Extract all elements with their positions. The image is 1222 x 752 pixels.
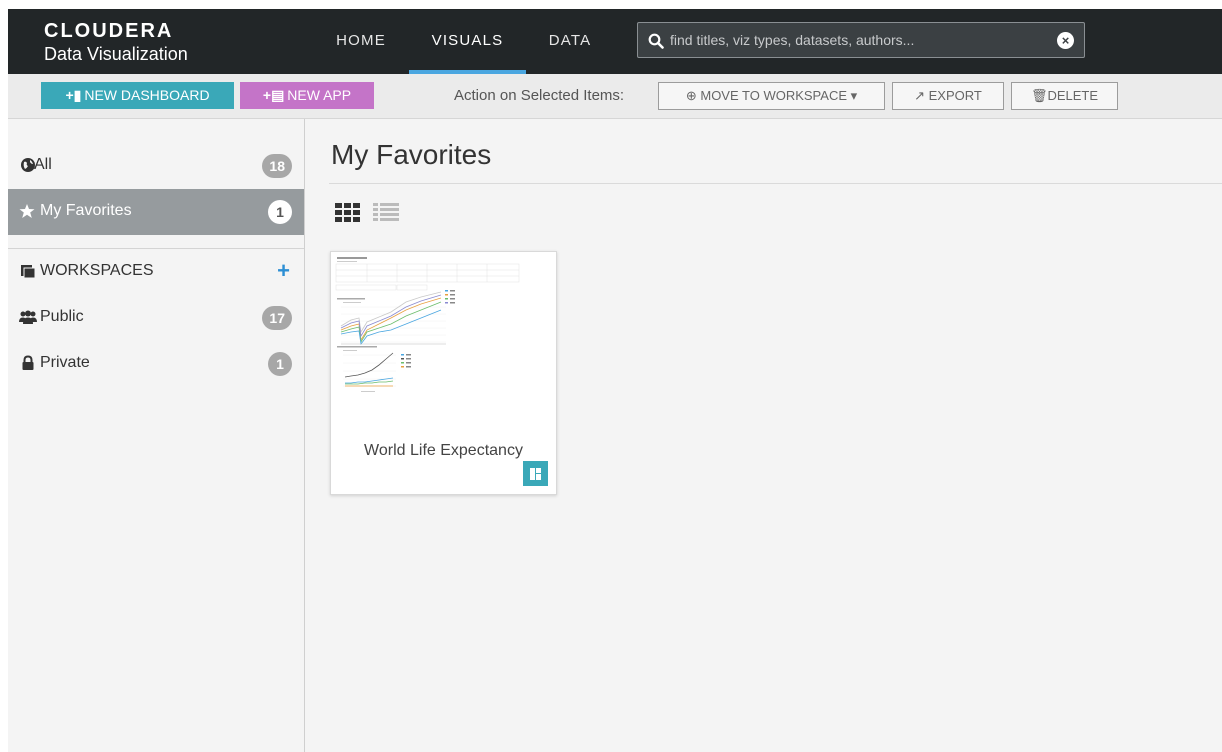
count-badge: 1	[268, 352, 292, 376]
lock-icon	[22, 355, 34, 370]
move-to-workspace-label: MOVE TO WORKSPACE	[700, 88, 847, 103]
nav-tab-visuals[interactable]: VISUALS	[409, 9, 526, 74]
new-app-label: NEW APP	[287, 87, 352, 103]
dashboard-icon	[523, 461, 548, 486]
logo-brand: CLOUDERA	[44, 20, 174, 42]
new-app-icon: +▤	[262, 87, 285, 103]
page-title: My Favorites	[331, 139, 492, 170]
nav-tab-home[interactable]: HOME	[323, 9, 399, 74]
export-button[interactable]: ↗ EXPORT	[892, 82, 1004, 110]
search-input[interactable]	[670, 23, 1050, 57]
sidebar-item-label: All	[34, 156, 52, 173]
visual-card[interactable]: World Life Expectancy	[330, 251, 557, 495]
grid-view-icon[interactable]	[335, 203, 361, 223]
sidebar: All 18 My Favorites 1 WORKSPACES + Publi…	[8, 119, 305, 752]
sidebar-item-all[interactable]: All 18	[8, 143, 304, 189]
nav-tab-data[interactable]: DATA	[539, 9, 601, 74]
sidebar-item-label: Private	[40, 354, 90, 371]
sidebar-item-private[interactable]: Private 1	[8, 341, 304, 387]
trash-icon: 🗑	[1030, 88, 1048, 103]
delete-label: DELETE	[1047, 88, 1099, 103]
app-root: CLOUDERA Data Visualization HOME VISUALS…	[8, 9, 1222, 752]
workspaces-icon	[21, 265, 36, 279]
count-badge: 1	[268, 200, 292, 224]
star-icon	[19, 204, 35, 218]
clear-search-icon[interactable]: ×	[1057, 32, 1074, 49]
move-to-workspace-button[interactable]: ⊕ MOVE TO WORKSPACE ▾	[658, 82, 885, 110]
new-dashboard-button[interactable]: +▮ NEW DASHBOARD	[41, 82, 234, 109]
main-content: My Favorites World Life Expectancy	[306, 119, 1222, 752]
title-divider	[329, 183, 1222, 184]
count-badge: 17	[262, 306, 292, 330]
export-icon: ↗	[914, 88, 929, 103]
export-label: EXPORT	[928, 88, 982, 103]
users-icon	[19, 310, 37, 324]
new-app-button[interactable]: +▤ NEW APP	[240, 82, 374, 109]
logo-product: Data Visualization	[44, 44, 188, 64]
card-title: World Life Expectancy	[364, 442, 523, 459]
action-bar: +▮ NEW DASHBOARD +▤ NEW APP Action on Sele…	[8, 74, 1222, 119]
new-dashboard-icon: +▮	[65, 87, 82, 103]
list-view-icon[interactable]	[373, 203, 399, 223]
count-badge: 18	[262, 154, 292, 178]
sidebar-item-label: Public	[40, 308, 84, 325]
add-workspace-icon[interactable]: +	[277, 259, 290, 283]
delete-button[interactable]: 🗑DELETE	[1011, 82, 1118, 110]
workspaces-label: WORKSPACES	[40, 262, 154, 279]
sidebar-item-favorites[interactable]: My Favorites 1	[8, 189, 304, 235]
cloudera-logo[interactable]: CLOUDERA Data Visualization	[44, 20, 188, 65]
dashboard-thumbnail	[331, 252, 556, 412]
caret-down-icon: ▾	[847, 88, 858, 103]
sidebar-item-label: My Favorites	[40, 202, 132, 219]
action-on-selected-label: Action on Selected Items:	[454, 87, 625, 104]
search-icon	[648, 33, 664, 49]
search-box: ×	[637, 22, 1085, 58]
sidebar-workspaces-header: WORKSPACES +	[8, 249, 304, 295]
new-dashboard-label: NEW DASHBOARD	[84, 87, 210, 103]
sidebar-item-public[interactable]: Public 17	[8, 295, 304, 341]
move-icon: ⊕	[685, 88, 701, 103]
top-navbar: CLOUDERA Data Visualization HOME VISUALS…	[8, 9, 1222, 74]
